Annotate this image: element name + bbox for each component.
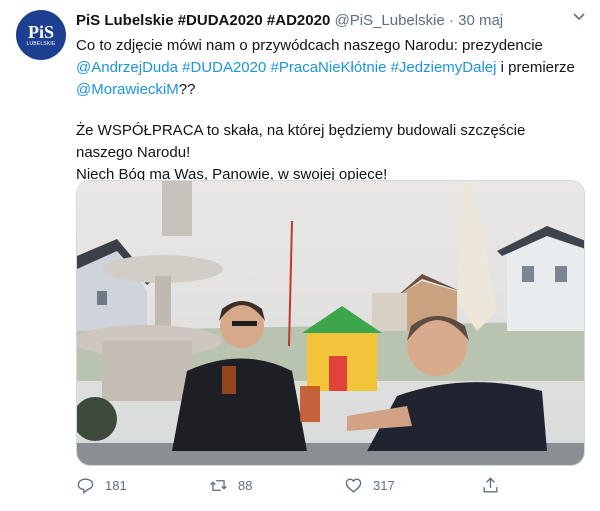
- share-button[interactable]: [481, 476, 510, 495]
- mention-andrzejduda[interactable]: @AndrzejDuda: [76, 59, 178, 76]
- tweet-date[interactable]: 30 maj: [458, 12, 503, 29]
- tweet-line-2: @AndrzejDuda #DUDA2020 #PracaNieKłótnie …: [76, 57, 586, 79]
- avatar-subtext: LUBELSKIE: [26, 40, 56, 47]
- reply-button[interactable]: 181: [76, 476, 127, 495]
- tweet-actions: 181 88 317: [76, 476, 516, 500]
- tweet-line-3: @MorawieckiM??: [76, 79, 586, 101]
- hashtag-jedziemydalej[interactable]: #JedziemyDalej: [391, 59, 497, 76]
- retweet-button[interactable]: 88: [209, 476, 252, 495]
- photo-illustration: [77, 181, 584, 465]
- chevron-down-icon[interactable]: [569, 10, 589, 30]
- tweet-line-2-tail: i premierze: [496, 59, 575, 76]
- separator-dot: ·: [448, 12, 454, 29]
- share-icon: [483, 477, 498, 493]
- mention-morawieckim[interactable]: @MorawieckiM: [76, 81, 179, 98]
- avatar[interactable]: PiS LUBELSKIE: [16, 10, 66, 60]
- tweet-line-1: Co to zdjęcie mówi nam o przywódcach nas…: [76, 37, 543, 54]
- tweet[interactable]: PiS LUBELSKIE PiS Lubelskie #DUDA2020 #A…: [0, 0, 600, 511]
- like-count: 317: [373, 478, 395, 493]
- retweet-icon: [210, 480, 227, 491]
- account-name[interactable]: PiS Lubelskie #DUDA2020 #AD2020: [76, 12, 330, 29]
- retweet-count: 88: [238, 478, 253, 493]
- tweet-photo[interactable]: [76, 180, 585, 466]
- avatar-logo: PiS: [27, 21, 54, 42]
- hashtag-pracanieklotnie[interactable]: #PracaNieKłótnie: [271, 59, 387, 76]
- account-handle[interactable]: @PiS_Lubelskie: [334, 12, 444, 29]
- like-button[interactable]: 317: [344, 476, 395, 495]
- tweet-paragraph-2: Że WSPÓŁPRACA to skała, na której będzie…: [76, 122, 526, 161]
- tweet-header: PiS Lubelskie #DUDA2020 #AD2020 @PiS_Lub…: [76, 12, 503, 29]
- tweet-line-3-tail: ??: [178, 81, 196, 98]
- hashtag-duda2020[interactable]: #DUDA2020: [182, 59, 266, 76]
- tweet-text: Co to zdjęcie mówi nam o przywódcach nas…: [76, 35, 586, 186]
- heart-icon: [345, 478, 362, 493]
- reply-icon: [77, 478, 94, 495]
- reply-count: 181: [105, 478, 127, 493]
